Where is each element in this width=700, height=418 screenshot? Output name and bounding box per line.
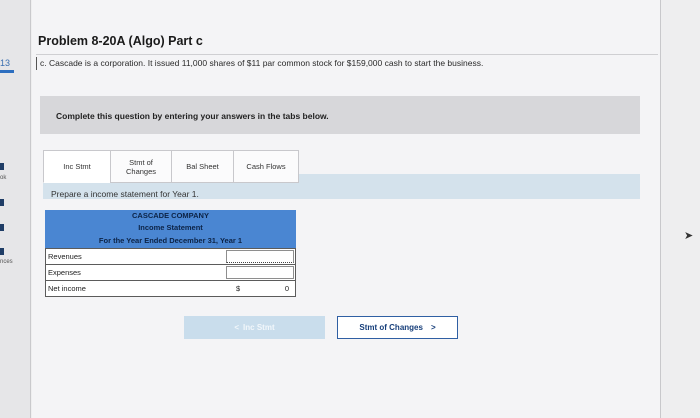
- income-statement-form: CASCADE COMPANY Income Statement For the…: [45, 210, 296, 297]
- row-label: Net income: [48, 284, 86, 293]
- question-marker[interactable]: [0, 224, 4, 231]
- nav-label-1: ok: [0, 175, 7, 181]
- expenses-input[interactable]: [226, 266, 294, 279]
- statement-period: For the Year Ended December 31, Year 1: [45, 234, 296, 248]
- prev-tab-button[interactable]: < Inc Stmt: [184, 316, 325, 339]
- statement-row-expenses: Expenses: [45, 265, 296, 281]
- question-marker[interactable]: [0, 199, 4, 206]
- panel-divider: [660, 0, 661, 418]
- question-number[interactable]: 13: [0, 58, 10, 68]
- company-name: CASCADE COMPANY: [45, 210, 296, 222]
- question-marker[interactable]: [0, 248, 4, 255]
- currency-symbol: $: [236, 284, 241, 293]
- tab-stmt-of-changes[interactable]: Stmt of Changes: [110, 150, 171, 183]
- next-tab-button[interactable]: Stmt of Changes >: [337, 316, 458, 339]
- question-navigation: 13 ok nces: [0, 0, 31, 418]
- prompt-text: Prepare a income statement for Year 1.: [51, 189, 199, 199]
- next-tab-label: Stmt of Changes: [359, 323, 423, 332]
- prev-tab-label: Inc Stmt: [243, 323, 275, 332]
- net-income-value: 0: [284, 284, 289, 293]
- nav-label-2: nces: [0, 259, 13, 265]
- answer-tabs: Inc Stmt Stmt of Changes Bal Sheet Cash …: [43, 150, 299, 183]
- question-marker[interactable]: [0, 163, 4, 170]
- title-separator: [36, 54, 658, 55]
- instructions-text: Complete this question by entering your …: [56, 111, 329, 121]
- row-label: Expenses: [48, 268, 81, 277]
- tab-cash-flows[interactable]: Cash Flows: [233, 150, 299, 183]
- current-question-indicator: [0, 70, 14, 73]
- instructions-box: Complete this question by entering your …: [40, 96, 640, 134]
- revenues-input[interactable]: [226, 250, 294, 263]
- problem-statement: c. Cascade is a corporation. It issued 1…: [36, 57, 628, 70]
- problem-title: Problem 8-20A (Algo) Part c: [38, 34, 203, 48]
- mouse-cursor-icon: ➤: [684, 230, 694, 242]
- chevron-left-icon: <: [234, 323, 240, 332]
- tab-bal-sheet[interactable]: Bal Sheet: [171, 150, 233, 183]
- statement-name: Income Statement: [45, 222, 296, 234]
- row-label: Revenues: [48, 252, 82, 261]
- statement-row-revenues: Revenues: [45, 248, 296, 265]
- chevron-right-icon: >: [430, 323, 436, 332]
- statement-row-net-income: Net income $ 0: [45, 281, 296, 297]
- tab-inc-stmt[interactable]: Inc Stmt: [43, 150, 110, 183]
